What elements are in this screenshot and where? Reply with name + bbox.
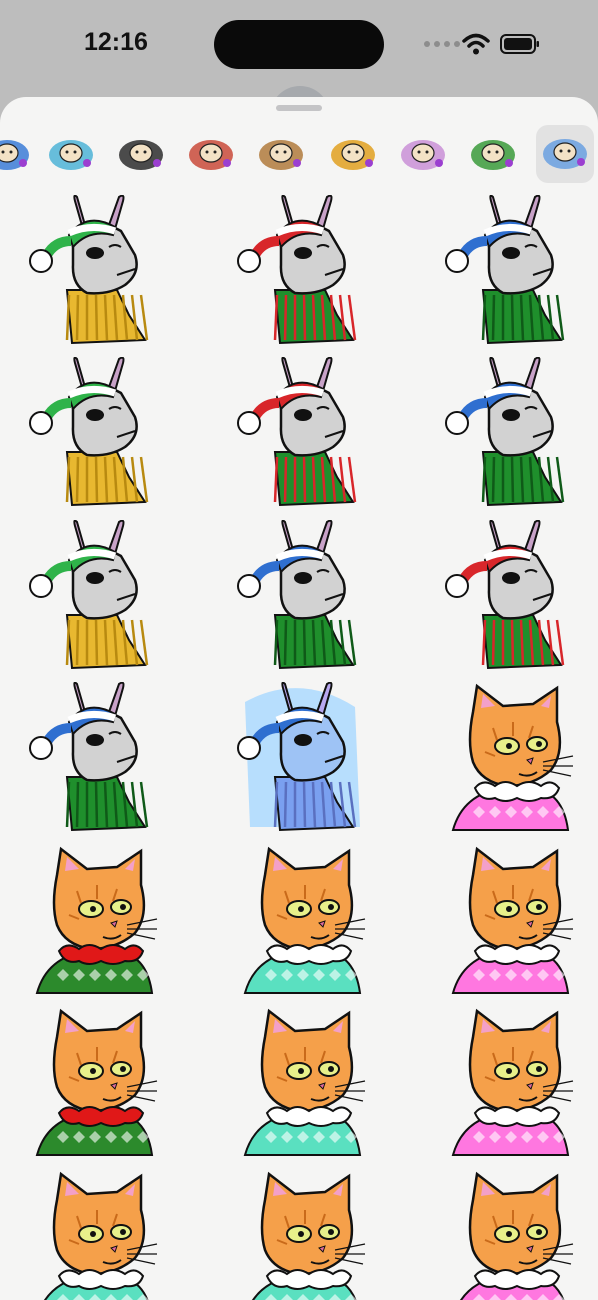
sticker-pack-6[interactable]	[330, 139, 376, 171]
sticker-8[interactable]	[225, 520, 375, 670]
dynamic-island	[214, 20, 384, 69]
sticker-9[interactable]	[433, 520, 583, 670]
sticker-16[interactable]	[17, 1007, 167, 1157]
sticker-1[interactable]	[17, 195, 167, 345]
sticker-4[interactable]	[17, 357, 167, 507]
sticker-2[interactable]	[225, 195, 375, 345]
sticker-12[interactable]	[433, 682, 583, 832]
status-bar: 12:16	[0, 0, 598, 90]
sticker-pack-2[interactable]	[48, 139, 94, 171]
sticker-pack-3[interactable]	[118, 139, 164, 171]
sticker-6[interactable]	[433, 357, 583, 507]
sticker-pack-5[interactable]	[258, 139, 304, 171]
sticker-15[interactable]	[433, 845, 583, 995]
sticker-pack-8[interactable]	[470, 139, 516, 171]
sticker-20[interactable]	[225, 1170, 375, 1300]
sticker-pack-1[interactable]	[0, 139, 30, 171]
sticker-10[interactable]	[17, 682, 167, 832]
sticker-5[interactable]	[225, 357, 375, 507]
sticker-13[interactable]	[17, 845, 167, 995]
sheet-grabber[interactable]	[276, 105, 322, 111]
sticker-21[interactable]	[433, 1170, 583, 1300]
cellular-signal-icon	[424, 41, 460, 47]
sticker-pack-tray	[0, 125, 598, 187]
status-time: 12:16	[84, 28, 148, 56]
sticker-18[interactable]	[433, 1007, 583, 1157]
sticker-7[interactable]	[17, 520, 167, 670]
battery-icon	[500, 34, 539, 54]
sticker-17[interactable]	[225, 1007, 375, 1157]
sticker-pack-4[interactable]	[188, 139, 234, 171]
sticker-3[interactable]	[433, 195, 583, 345]
sticker-pack-7[interactable]	[400, 139, 446, 171]
sticker-11[interactable]	[225, 682, 375, 832]
sticker-sheet	[0, 97, 598, 1300]
sticker-14[interactable]	[225, 845, 375, 995]
sticker-pack-9-selected[interactable]	[536, 125, 594, 183]
wifi-icon	[462, 33, 490, 55]
sticker-19[interactable]	[17, 1170, 167, 1300]
